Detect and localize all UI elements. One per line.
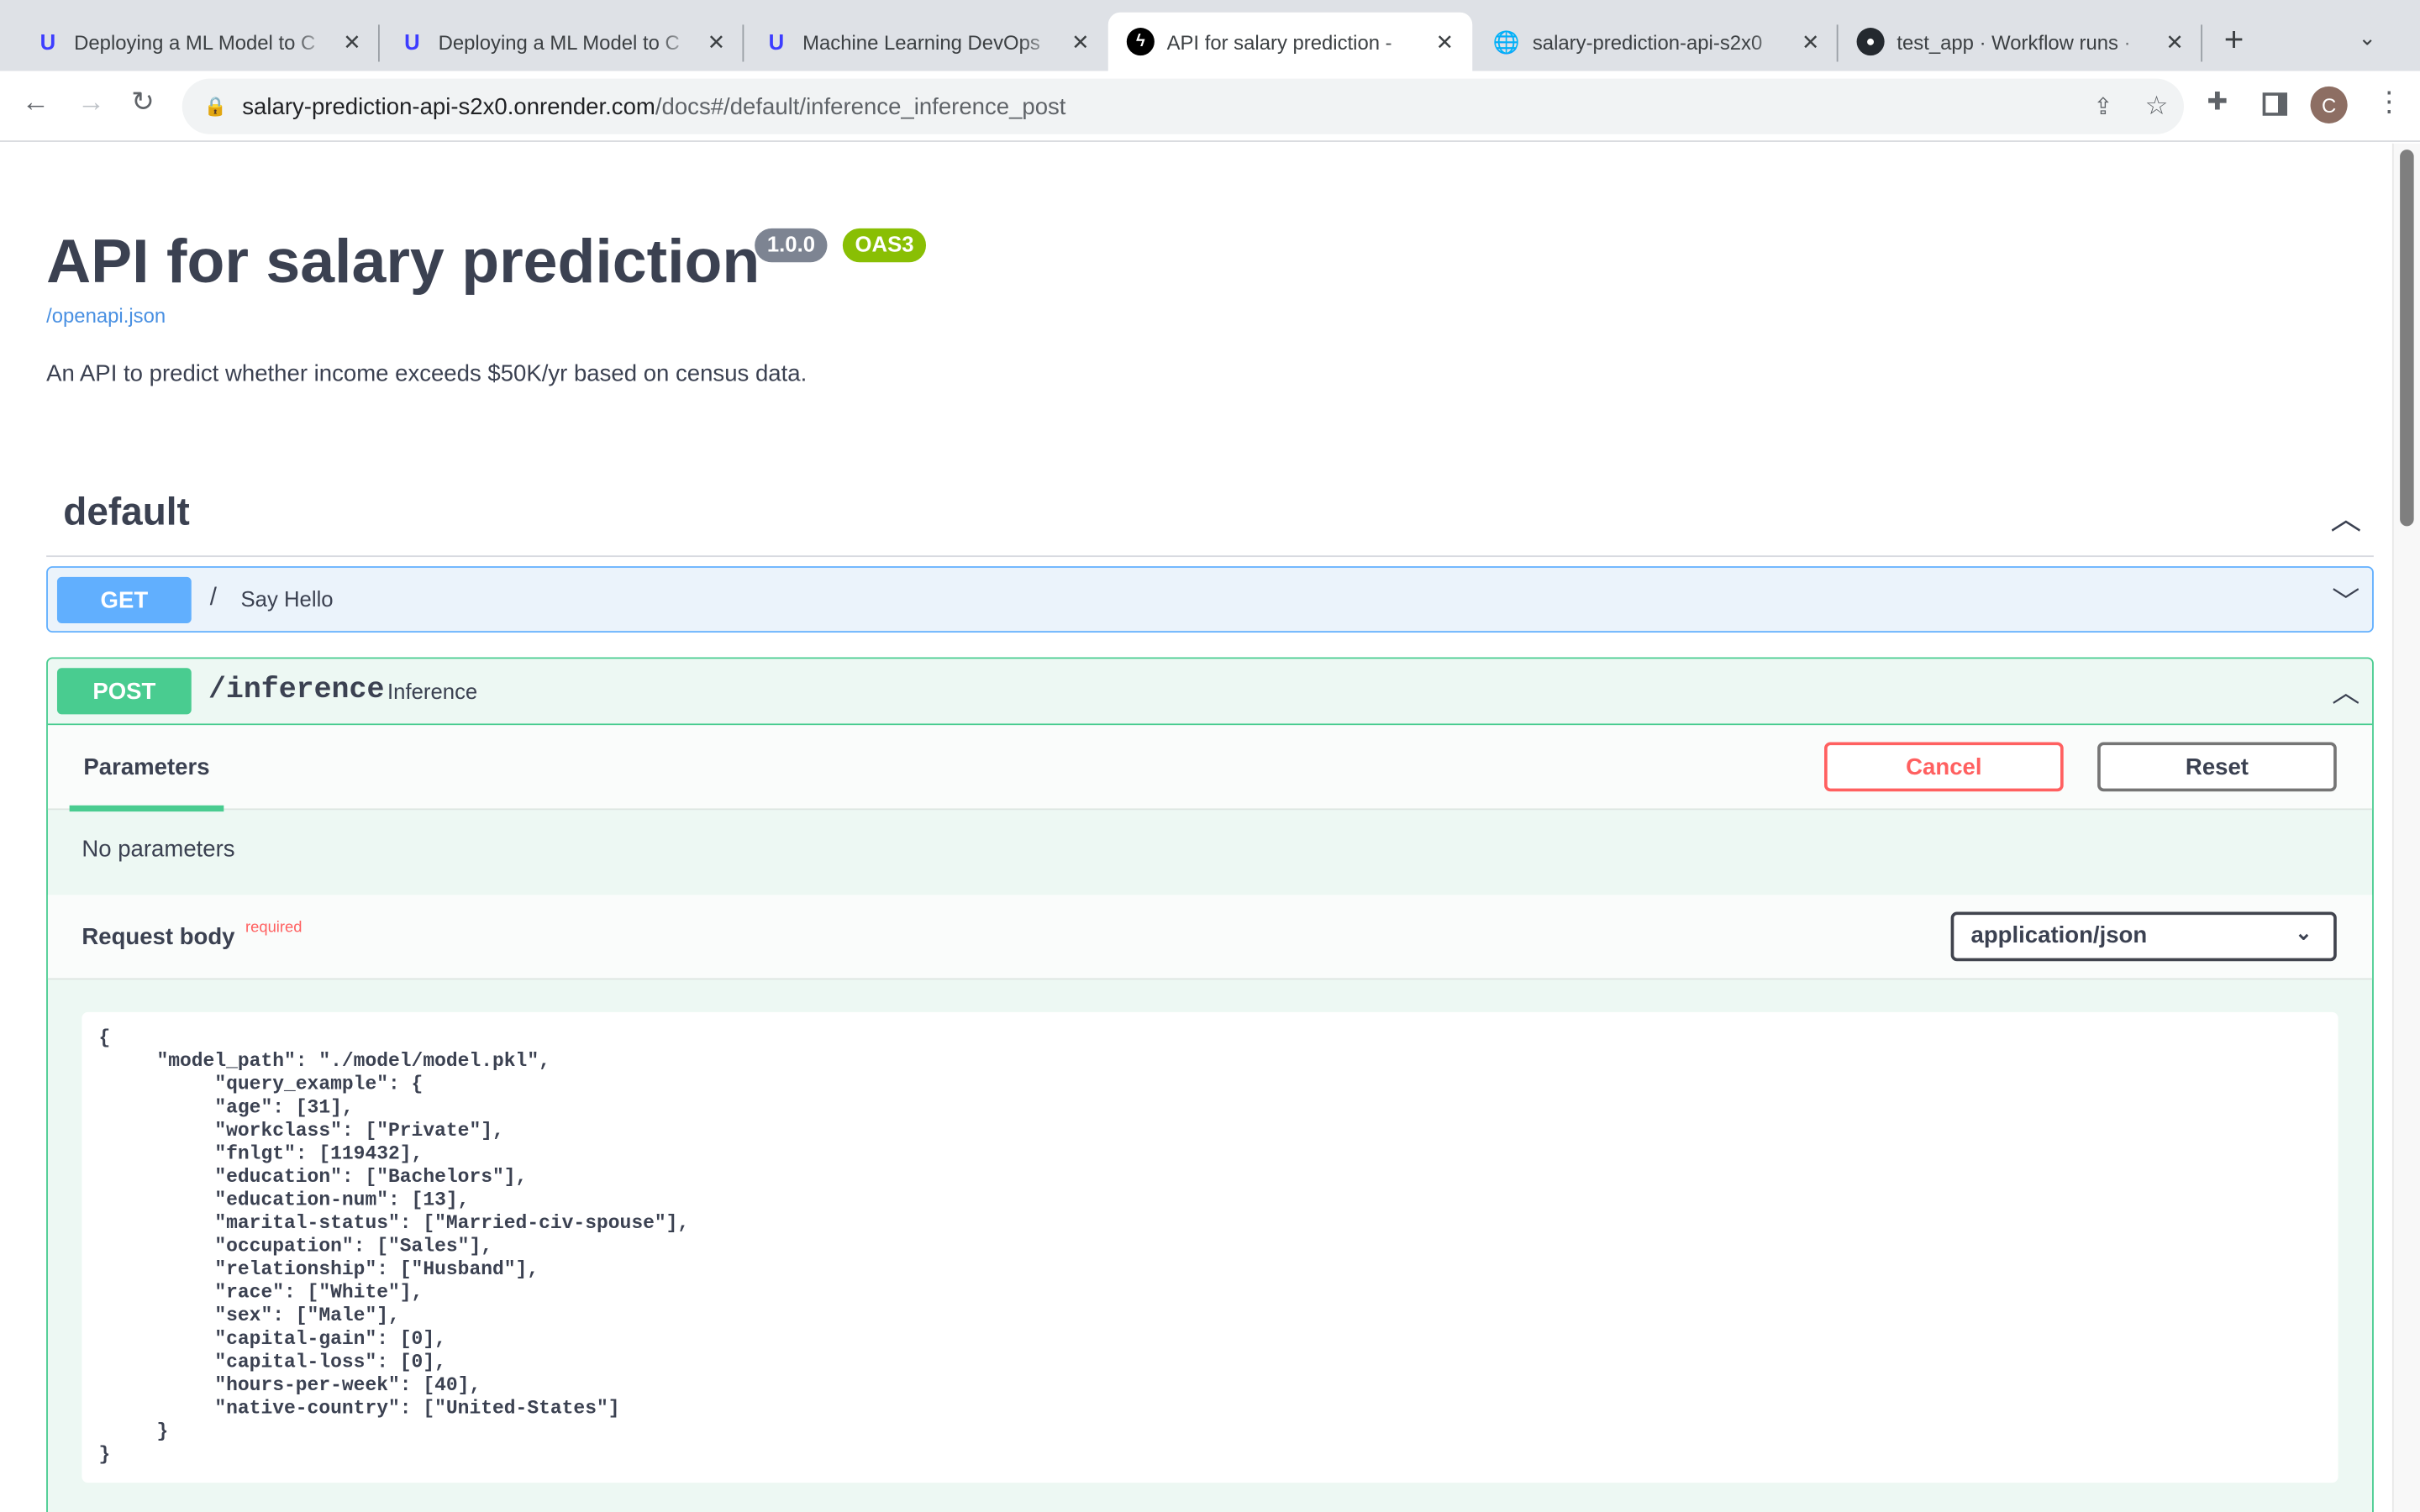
page-scrollbar[interactable] [2391,143,2420,1512]
openapi-link[interactable]: /openapi.json [46,304,166,328]
profile-avatar[interactable]: C [2310,86,2348,123]
swagger-page: API for salary prediction 1.0.0 OAS3 /op… [0,144,2392,1512]
browser-tab[interactable]: 🌐 salary-prediction-api-s2x0 ✕ [1474,13,1838,71]
bookmark-star-icon[interactable]: ☆ [2145,91,2169,122]
page-title: API for salary prediction [46,228,760,297]
request-body-editor[interactable]: { "model_path": "./model/model.pkl", "qu… [82,1011,2338,1483]
close-tab-icon[interactable]: ✕ [1436,29,1455,55]
tab-bar: U Deploying a ML Model to C ✕ U Deploying a… [0,0,2420,71]
operation-summary: Say Hello [240,585,334,612]
request-body-label: Request body [82,924,235,951]
cancel-button[interactable]: Cancel [1824,742,2064,792]
get-say-hello-operation[interactable]: GET / Say Hello ﹀ [46,566,2374,633]
udacity-icon: U [768,29,785,55]
scrollbar-thumb[interactable] [2400,150,2414,527]
tag-section-default[interactable]: default ︿ [46,475,2374,558]
version-badge: 1.0.0 [755,228,828,263]
request-body-json[interactable]: { "model_path": "./model/model.pkl", "qu… [99,1027,2322,1467]
content-type-select[interactable]: application/json ⌄ [1950,911,2337,962]
post-inference-operation: POST /inference Inference ︿ Parameters C… [46,657,2374,1512]
no-parameters-text: No parameters [82,836,235,863]
browser-tab[interactable]: U Deploying a ML Model to C ✕ [15,13,379,71]
close-tab-icon[interactable]: ✕ [343,29,361,55]
close-tab-icon[interactable]: ✕ [1071,29,1090,55]
new-tab-button[interactable]: + [2224,20,2244,60]
browser-toolbar: ← → ↻ 🔒 salary-prediction-api-s2x0.onren… [0,71,2420,142]
parameters-tab[interactable]: Parameters [69,754,224,812]
address-bar[interactable]: 🔒 salary-prediction-api-s2x0.onrender.co… [182,78,2184,134]
expand-chevron-icon[interactable]: ﹀ [2332,580,2360,621]
fastapi-icon: ϟ [1126,28,1155,56]
required-marker: required [245,919,302,937]
operation-header[interactable]: POST /inference Inference ︿ [47,659,2373,726]
tab-search-chevron-icon[interactable]: ⌄ [2359,24,2377,50]
operation-summary: Inference [387,679,478,704]
get-method-badge: GET [56,576,192,624]
chevron-down-icon: ⌄ [2295,921,2312,945]
github-icon: ● [1856,28,1885,56]
menu-icon[interactable]: ⋮ [2375,87,2403,119]
tag-name: default [63,491,190,534]
forward-button[interactable]: → [77,87,105,119]
operation-path: /inference [208,672,385,707]
globe-icon: 🌐 [1492,28,1520,54]
extensions-icon[interactable]: ✚ [2207,87,2228,118]
reset-button[interactable]: Reset [2097,742,2337,792]
post-method-badge: POST [56,668,192,715]
udacity-icon: U [404,29,420,55]
close-tab-icon[interactable]: ✕ [2165,29,2184,55]
close-tab-icon[interactable]: ✕ [708,29,726,55]
collapse-chevron-icon[interactable]: ︿ [2332,671,2360,711]
browser-tab-active[interactable]: ϟ API for salary prediction - ✕ [1107,12,1473,71]
close-tab-icon[interactable]: ✕ [1802,29,1820,55]
lock-icon: 🔒 [203,95,227,118]
side-panel-icon[interactable] [2262,92,2288,116]
share-icon[interactable]: ⇪ [2093,92,2112,120]
collapse-chevron-icon[interactable]: ︿ [2330,494,2361,538]
browser-tab[interactable]: U Deploying a ML Model to C ✕ [380,13,744,71]
browser-tab[interactable]: ● test_app · Workflow runs · ✕ [1839,13,2202,71]
browser-tab[interactable]: U Machine Learning DevOps ✕ [744,13,1107,71]
api-description: An API to predict whether income exceeds… [46,360,808,388]
operation-path: / [209,585,217,612]
oas-badge: OAS3 [842,228,927,263]
udacity-icon: U [39,29,56,55]
reload-button[interactable]: ↻ [131,87,155,119]
back-button[interactable]: ← [22,87,50,119]
